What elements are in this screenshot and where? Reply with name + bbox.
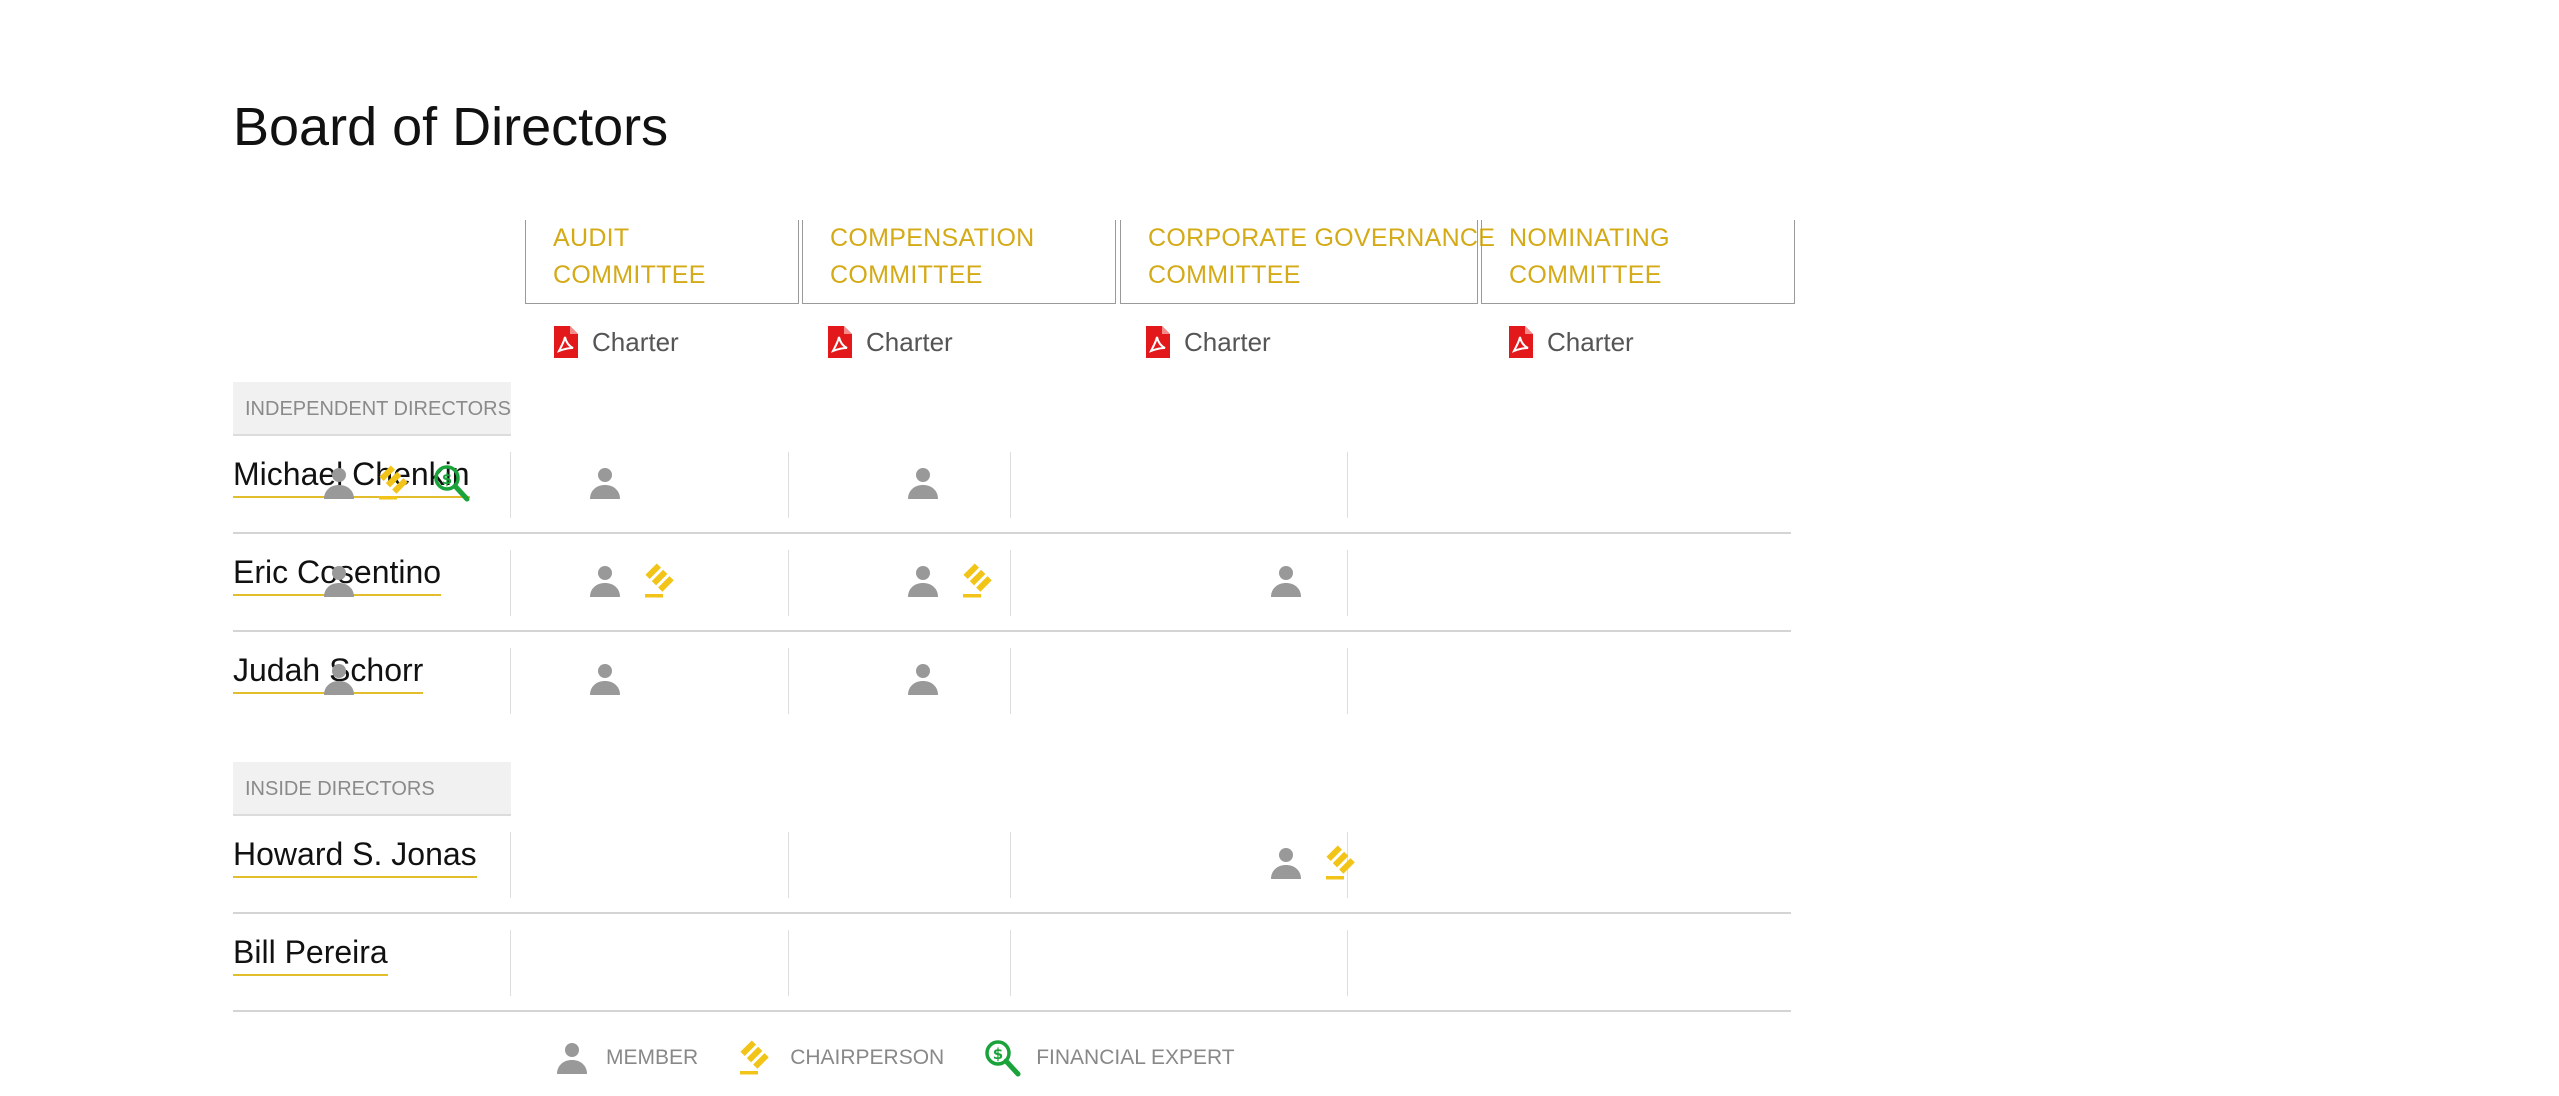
committee-title-line: AUDIT [553,224,630,252]
column-divider [788,550,789,616]
committee-header-corporate-governance[interactable]: CORPORATE GOVERNANCE COMMITTEE [1120,220,1496,304]
committee-header-nominating[interactable]: NOMINATING COMMITTEE [1481,220,1795,304]
dollar-magnifier-icon: $ [431,463,471,503]
column-divider [1010,452,1011,518]
charter-label: Charter [592,326,679,357]
committee-title-line: COMMITTEE [830,261,983,289]
committee-title-line: CORPORATE GOVERNANCE [1148,224,1496,252]
svg-text:$: $ [442,470,452,488]
person-icon [903,463,943,503]
charter-link-audit[interactable]: Charter [552,322,679,362]
role-cell-nominating [1266,560,1306,602]
column-divider [1010,930,1011,996]
dollar-magnifier-icon: $ [982,1038,1022,1078]
column-divider [1010,550,1011,616]
charter-label: Charter [1184,326,1271,357]
person-icon [319,561,359,601]
director-name-link[interactable]: Howard S. Jonas [233,836,477,878]
committee-title-line: COMPENSATION [830,224,1035,252]
committee-title-line: NOMINATING [1509,224,1670,252]
legend-label: MEMBER [606,1046,699,1069]
charter-link-corporate-governance[interactable]: Charter [1144,322,1271,362]
board-page: Board of Directors AUDIT COMMITTEE COMPE… [0,0,2559,1096]
person-icon [903,659,943,699]
gavel-icon [959,561,999,601]
role-cell-compensation [585,560,681,602]
person-icon [585,659,625,699]
director-row: Eric Cosentino [233,532,1791,632]
role-cell-audit [319,658,359,700]
column-divider [1347,452,1348,518]
pdf-icon [1509,326,1533,358]
legend-item-member: MEMBER [552,1038,698,1078]
charter-link-nominating[interactable]: Charter [1507,322,1634,362]
gavel-icon [736,1038,776,1078]
legend-label: CHAIRPERSON [790,1046,945,1069]
pdf-icon [554,326,578,358]
committee-title-line: COMMITTEE [553,261,706,289]
charter-label: Charter [1547,326,1634,357]
charter-link-compensation[interactable]: Charter [826,322,953,362]
role-cell-corporate-governance [903,658,943,700]
role-cell-nominating [1266,842,1362,884]
person-icon [552,1038,592,1078]
role-cell-compensation [585,462,625,504]
role-cell-audit: $ [319,462,471,504]
column-divider [510,648,511,714]
role-cell-audit [319,560,359,602]
svg-text:$: $ [993,1045,1003,1063]
pdf-icon [828,326,852,358]
column-divider [510,452,511,518]
column-divider [510,930,511,996]
column-divider [788,452,789,518]
person-icon [319,659,359,699]
column-divider [788,648,789,714]
person-icon [319,463,359,503]
gavel-icon [641,561,681,601]
column-divider [1347,550,1348,616]
section-label-independent: INDEPENDENT DIRECTORS [233,382,511,436]
committee-title-line: COMMITTEE [1509,261,1662,289]
role-cell-compensation [585,658,625,700]
column-divider [1347,930,1348,996]
column-divider [788,832,789,898]
committee-title-line: COMMITTEE [1148,261,1301,289]
gavel-icon [1322,843,1362,883]
page-title: Board of Directors [233,97,669,157]
column-divider [1010,648,1011,714]
column-divider [510,832,511,898]
director-name-link[interactable]: Bill Pereira [233,934,388,976]
person-icon [585,463,625,503]
legend-item-chairperson: CHAIRPERSON [736,1038,944,1078]
column-divider [1010,832,1011,898]
column-divider [788,930,789,996]
legend-label: FINANCIAL EXPERT [1036,1046,1235,1069]
column-divider [1347,648,1348,714]
column-divider [510,550,511,616]
legend-item-financial-expert: $ FINANCIAL EXPERT [982,1038,1235,1078]
role-cell-corporate-governance [903,462,943,504]
committee-header-compensation[interactable]: COMPENSATION COMMITTEE [802,220,1116,304]
section-label-inside: INSIDE DIRECTORS [233,762,511,816]
person-icon [1266,561,1306,601]
director-row: Michael Chenkin $ [233,434,1791,534]
role-cell-corporate-governance [903,560,999,602]
person-icon [1266,843,1306,883]
committee-header-audit[interactable]: AUDIT COMMITTEE [525,220,799,304]
director-row: Bill Pereira [233,912,1791,1012]
gavel-icon [375,463,415,503]
legend: MEMBER CHAIRPERSON $ FINANCIAL EXPERT [552,1038,1273,1078]
director-row: Judah Schorr [233,630,1791,728]
charter-label: Charter [866,326,953,357]
pdf-icon [1146,326,1170,358]
person-icon [903,561,943,601]
director-row: Howard S. Jonas [233,814,1791,914]
person-icon [585,561,625,601]
